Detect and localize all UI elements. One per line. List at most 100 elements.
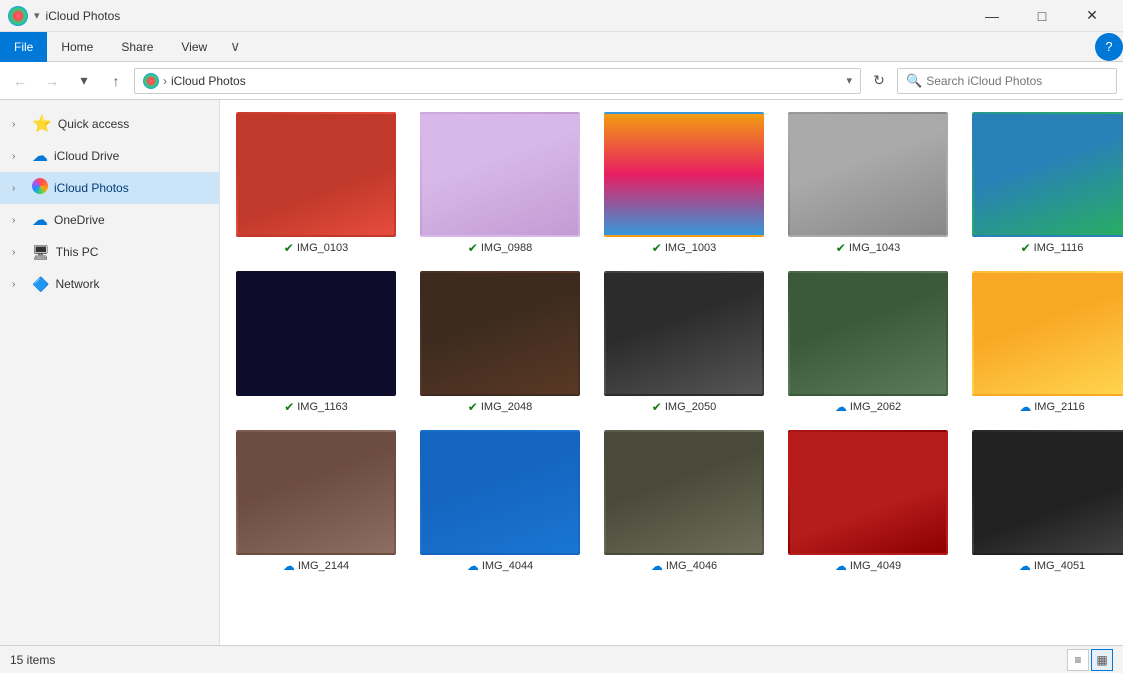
sidebar-label-this-pc: This PC bbox=[56, 245, 99, 259]
photo-filename: IMG_0103 bbox=[297, 242, 348, 254]
search-box: 🔍 bbox=[897, 68, 1117, 94]
photo-filename: IMG_2062 bbox=[850, 401, 901, 413]
photo-name-label: ☁IMG_4051 bbox=[1019, 559, 1085, 573]
photo-item[interactable]: ✔IMG_2048 bbox=[420, 271, 580, 414]
photo-thumbnail bbox=[788, 430, 948, 555]
expand-icon: › bbox=[12, 119, 26, 130]
photo-item[interactable]: ☁IMG_4044 bbox=[420, 430, 580, 573]
icloud-drive-icon: ☁ bbox=[32, 146, 48, 166]
back-button[interactable]: ← bbox=[6, 67, 34, 95]
photo-item[interactable]: ✔IMG_1163 bbox=[236, 271, 396, 414]
sidebar-item-this-pc[interactable]: › 🖥 This PC bbox=[0, 236, 219, 268]
cloud-icon: ☁ bbox=[651, 559, 663, 573]
refresh-button[interactable]: ↻ bbox=[865, 67, 893, 95]
cloud-icon: ☁ bbox=[283, 559, 295, 573]
cloud-icon: ☁ bbox=[835, 559, 847, 573]
photo-item[interactable]: ✔IMG_0103 bbox=[236, 112, 396, 255]
nav-dropdown-button[interactable]: ▾ bbox=[70, 67, 98, 95]
address-bar: ← → ▾ ↑ › iCloud Photos ▾ ↻ 🔍 bbox=[0, 62, 1123, 100]
sidebar-label-icloud-drive: iCloud Drive bbox=[54, 149, 119, 163]
expand-icon-2: › bbox=[12, 151, 26, 162]
photo-filename: IMG_0988 bbox=[481, 242, 532, 254]
grid-view-button[interactable]: ▦ bbox=[1091, 649, 1113, 671]
photo-item[interactable]: ✔IMG_2050 bbox=[604, 271, 764, 414]
list-view-button[interactable]: ≡ bbox=[1067, 649, 1089, 671]
photo-item[interactable]: ✔IMG_1043 bbox=[788, 112, 948, 255]
photo-filename: IMG_1163 bbox=[297, 401, 348, 413]
tab-home[interactable]: Home bbox=[47, 32, 107, 62]
path-text: iCloud Photos bbox=[171, 74, 842, 88]
sidebar-item-onedrive[interactable]: › ☁ OneDrive bbox=[0, 204, 219, 236]
photo-grid: ✔IMG_0103✔IMG_0988✔IMG_1003✔IMG_1043✔IMG… bbox=[236, 112, 1107, 573]
expand-icon-5: › bbox=[12, 247, 26, 258]
network-icon: 🔷 bbox=[32, 276, 49, 293]
maximize-button[interactable]: □ bbox=[1019, 0, 1065, 32]
ribbon: File Home Share View ∨ ? bbox=[0, 32, 1123, 62]
sidebar-item-icloud-photos[interactable]: › iCloud Photos bbox=[0, 172, 219, 204]
photo-filename: IMG_1003 bbox=[665, 242, 716, 254]
close-button[interactable]: ✕ bbox=[1069, 0, 1115, 32]
photo-item[interactable]: ✔IMG_1003 bbox=[604, 112, 764, 255]
icloud-photos-icon bbox=[32, 178, 48, 199]
sidebar-label-icloud-photos: iCloud Photos bbox=[54, 181, 129, 195]
path-separator: › bbox=[163, 74, 167, 88]
sidebar: › ⭐ Quick access › ☁ iCloud Drive › iClo… bbox=[0, 100, 220, 645]
cloud-icon: ☁ bbox=[835, 400, 847, 414]
photo-item[interactable]: ☁IMG_4046 bbox=[604, 430, 764, 573]
photo-item[interactable]: ☁IMG_2116 bbox=[972, 271, 1123, 414]
synced-icon: ✔ bbox=[652, 400, 662, 414]
synced-icon: ✔ bbox=[652, 241, 662, 255]
photo-name-label: ✔IMG_2048 bbox=[468, 400, 532, 414]
tab-share[interactable]: Share bbox=[107, 32, 167, 62]
tab-file[interactable]: File bbox=[0, 32, 47, 62]
cloud-icon: ☁ bbox=[1019, 559, 1031, 573]
photo-name-label: ✔IMG_1163 bbox=[284, 400, 348, 414]
status-bar: 15 items ≡ ▦ bbox=[0, 645, 1123, 673]
photo-filename: IMG_4044 bbox=[482, 560, 533, 572]
photo-content: ✔IMG_0103✔IMG_0988✔IMG_1003✔IMG_1043✔IMG… bbox=[220, 100, 1123, 645]
quick-access-dropdown[interactable]: ▾ bbox=[34, 9, 40, 22]
sidebar-item-quick-access[interactable]: › ⭐ Quick access bbox=[0, 108, 219, 140]
synced-icon: ✔ bbox=[468, 400, 478, 414]
photo-filename: IMG_2144 bbox=[298, 560, 349, 572]
photo-name-label: ☁IMG_2144 bbox=[283, 559, 349, 573]
search-input[interactable] bbox=[926, 74, 1108, 88]
synced-icon: ✔ bbox=[836, 241, 846, 255]
photo-thumbnail bbox=[972, 112, 1123, 237]
minimize-button[interactable]: — bbox=[969, 0, 1015, 32]
synced-icon: ✔ bbox=[284, 400, 294, 414]
photo-name-label: ✔IMG_0103 bbox=[284, 241, 348, 255]
photo-name-label: ✔IMG_1003 bbox=[652, 241, 716, 255]
up-button[interactable]: ↑ bbox=[102, 67, 130, 95]
photo-item[interactable]: ☁IMG_4051 bbox=[972, 430, 1123, 573]
photo-item[interactable]: ☁IMG_2144 bbox=[236, 430, 396, 573]
photo-name-label: ☁IMG_4049 bbox=[835, 559, 901, 573]
photo-filename: IMG_2050 bbox=[665, 401, 716, 413]
window-controls: — □ ✕ bbox=[969, 0, 1115, 32]
main-layout: › ⭐ Quick access › ☁ iCloud Drive › iClo… bbox=[0, 100, 1123, 645]
photo-thumbnail bbox=[604, 430, 764, 555]
title-bar: ▾ iCloud Photos — □ ✕ bbox=[0, 0, 1123, 32]
photo-item[interactable]: ☁IMG_4049 bbox=[788, 430, 948, 573]
ribbon-expand-button[interactable]: ∨ bbox=[221, 33, 249, 61]
photo-thumbnail bbox=[236, 271, 396, 396]
photo-thumbnail bbox=[604, 112, 764, 237]
photo-item[interactable]: ✔IMG_0988 bbox=[420, 112, 580, 255]
tab-view[interactable]: View bbox=[167, 32, 221, 62]
sidebar-item-network[interactable]: › 🔷 Network bbox=[0, 268, 219, 300]
cloud-icon: ☁ bbox=[1019, 400, 1031, 414]
forward-button[interactable]: → bbox=[38, 67, 66, 95]
onedrive-icon: ☁ bbox=[32, 210, 48, 230]
synced-icon: ✔ bbox=[468, 241, 478, 255]
photo-name-label: ✔IMG_0988 bbox=[468, 241, 532, 255]
expand-icon-3: › bbox=[12, 183, 26, 194]
synced-icon: ✔ bbox=[1021, 241, 1031, 255]
window-title: iCloud Photos bbox=[46, 9, 121, 23]
help-button[interactable]: ? bbox=[1095, 33, 1123, 61]
address-path[interactable]: › iCloud Photos ▾ bbox=[134, 68, 861, 94]
photo-item[interactable]: ☁IMG_2062 bbox=[788, 271, 948, 414]
sidebar-item-icloud-drive[interactable]: › ☁ iCloud Drive bbox=[0, 140, 219, 172]
this-pc-icon: 🖥 bbox=[32, 244, 50, 261]
photo-name-label: ✔IMG_1116 bbox=[1021, 241, 1084, 255]
photo-item[interactable]: ✔IMG_1116 bbox=[972, 112, 1123, 255]
